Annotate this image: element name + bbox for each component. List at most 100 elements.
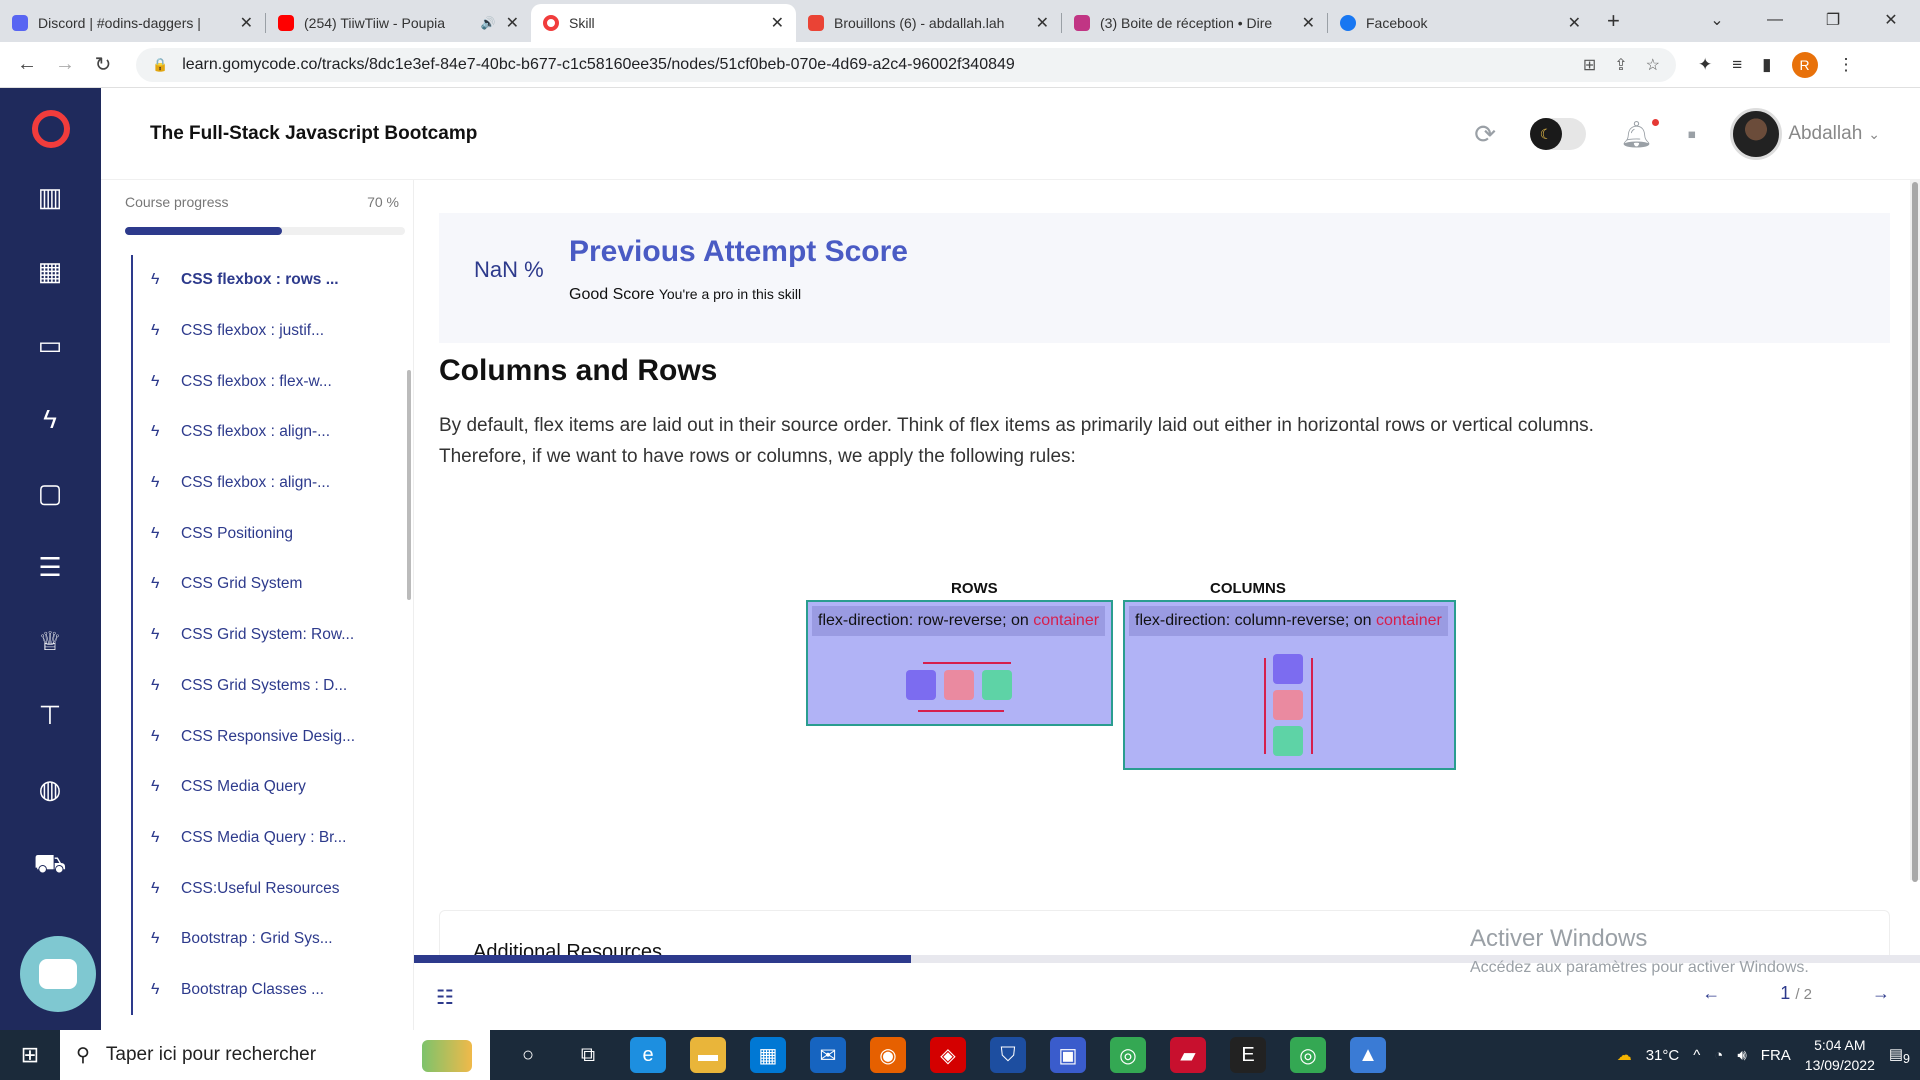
tab-search-icon[interactable]: ⌄: [1688, 10, 1746, 30]
lesson-item[interactable]: ϟ CSS:Useful Resources: [133, 863, 414, 914]
lesson-label[interactable]: CSS flexbox : align-...: [181, 423, 330, 441]
tab-instagram[interactable]: (3) Boite de réception • Dire ✕: [1062, 4, 1327, 42]
task-view-icon[interactable]: ⧉: [570, 1037, 606, 1073]
lesson-item[interactable]: ϟ CSS Responsive Desig...: [133, 711, 414, 762]
cortana-icon[interactable]: ○: [510, 1037, 546, 1073]
lesson-label[interactable]: CSS Grid System: Row...: [181, 626, 354, 644]
next-arrow-icon[interactable]: →: [1872, 983, 1890, 1004]
reload-icon[interactable]: ↻: [84, 52, 122, 77]
close-icon[interactable]: ✕: [1302, 13, 1315, 33]
lesson-item[interactable]: ϟ CSS Media Query: [133, 762, 414, 813]
close-icon[interactable]: ✕: [1568, 13, 1581, 33]
url-text[interactable]: learn.gomycode.co/tracks/8dc1e3ef-84e7-4…: [182, 56, 1583, 74]
globe-icon[interactable]: ◍: [33, 772, 67, 806]
chrome-icon[interactable]: ◎: [1110, 1037, 1146, 1073]
gomycode-logo[interactable]: [32, 110, 70, 148]
lesson-label[interactable]: CSS Responsive Desig...: [181, 728, 355, 746]
lesson-label[interactable]: CSS flexbox : align-...: [181, 474, 330, 492]
lesson-item[interactable]: ϟ CSS flexbox : align-...: [133, 407, 414, 458]
chat-icon[interactable]: ▪: [1687, 119, 1696, 150]
notifications-bell-icon[interactable]: 🔔︎: [1620, 118, 1660, 150]
page-scrollbar[interactable]: [1910, 180, 1920, 882]
dark-mode-toggle[interactable]: ☾: [1530, 118, 1587, 150]
user-avatar[interactable]: [1730, 108, 1783, 160]
epic-games-icon[interactable]: E: [1230, 1037, 1266, 1073]
lesson-label[interactable]: CSS Media Query: [181, 778, 306, 796]
lesson-label[interactable]: CSS Positioning: [181, 525, 293, 543]
lesson-item[interactable]: ϟ CSS flexbox : flex-w...: [133, 356, 414, 407]
side-panel-icon[interactable]: ▮: [1762, 55, 1771, 75]
store-icon[interactable]: ▦: [750, 1037, 786, 1073]
file-explorer-icon[interactable]: ▬: [690, 1037, 726, 1073]
network-icon[interactable]: ◔: [1714, 1047, 1723, 1064]
close-icon[interactable]: ✕: [1036, 13, 1049, 33]
tab-gmail[interactable]: Brouillons (6) - abdallah.lah ✕: [796, 4, 1061, 42]
lesson-item[interactable]: ϟ CSS flexbox : justif...: [133, 306, 414, 357]
laptop-icon[interactable]: ▭: [33, 328, 67, 362]
firefox-icon[interactable]: ◉: [870, 1037, 906, 1073]
lesson-item[interactable]: ϟ CSS Grid Systems : D...: [133, 661, 414, 712]
volume-icon[interactable]: 🔊︎: [1737, 1047, 1746, 1064]
support-chat-button[interactable]: [20, 936, 96, 1012]
hierarchy-icon[interactable]: ⊤: [33, 698, 67, 732]
sidebar-scrollbar[interactable]: [407, 370, 411, 600]
calendar-icon[interactable]: ▦: [33, 254, 67, 288]
mail-icon[interactable]: ✉: [810, 1037, 846, 1073]
menu-icon[interactable]: ⋮: [1838, 55, 1855, 75]
tab-facebook[interactable]: Facebook ✕: [1328, 4, 1593, 42]
tab-youtube[interactable]: (254) TiiwTiiw - Poupia 🔊 ✕: [266, 4, 531, 42]
media-control-icon[interactable]: ≡: [1732, 55, 1742, 75]
lesson-item[interactable]: ϟ Bootstrap : Grid Sys...: [133, 914, 414, 965]
extensions-icon[interactable]: ✦: [1698, 55, 1712, 75]
back-icon[interactable]: ←: [8, 53, 46, 76]
lesson-item[interactable]: ϟ CSS Media Query : Br...: [133, 813, 414, 864]
chevron-up-icon[interactable]: ^: [1693, 1047, 1700, 1064]
tab-discord[interactable]: Discord | #odins-daggers | ✕: [0, 4, 265, 42]
lesson-label[interactable]: CSS flexbox : rows ...: [181, 271, 339, 289]
forward-icon[interactable]: →: [46, 53, 84, 76]
user-menu[interactable]: Abdallah ⌄: [1730, 108, 1880, 160]
lesson-label[interactable]: CSS flexbox : flex-w...: [181, 373, 332, 391]
windows-start-icon[interactable]: ⊞: [0, 1042, 60, 1068]
minimize-button[interactable]: —: [1746, 11, 1804, 29]
trophy-icon[interactable]: ♕: [33, 624, 67, 658]
prev-arrow-icon[interactable]: ←: [1702, 983, 1720, 1004]
list-icon[interactable]: ☷: [436, 985, 454, 1010]
lesson-item[interactable]: ϟ CSS flexbox : rows ...: [133, 255, 414, 306]
close-icon[interactable]: ✕: [771, 13, 784, 33]
speaker-icon[interactable]: 🔊: [481, 16, 496, 30]
language-indicator[interactable]: FRA: [1761, 1047, 1791, 1064]
chevron-down-icon[interactable]: ⌄: [1868, 126, 1880, 143]
lesson-label[interactable]: Bootstrap Classes ...: [181, 981, 324, 999]
clock[interactable]: 5:04 AM 13/09/2022: [1805, 1035, 1875, 1075]
new-tab-button[interactable]: +: [1593, 8, 1634, 42]
taskbar-search[interactable]: ⚲ Taper ici pour rechercher: [60, 1030, 490, 1080]
lesson-item[interactable]: ϟ CSS Grid System: Row...: [133, 610, 414, 661]
page-scrollbar-thumb[interactable]: [1912, 182, 1918, 882]
red-app-icon[interactable]: ▰: [1170, 1037, 1206, 1073]
weather-temp[interactable]: 31°C: [1646, 1047, 1680, 1064]
refresh-icon[interactable]: ⟳: [1474, 119, 1496, 150]
translate-icon[interactable]: ⊞: [1583, 55, 1596, 75]
lock-icon[interactable]: 🔒: [152, 57, 168, 73]
teams-icon[interactable]: ▣: [1050, 1037, 1086, 1073]
lesson-label[interactable]: CSS Grid Systems : D...: [181, 677, 347, 695]
lesson-item[interactable]: ϟ CSS Grid System: [133, 559, 414, 610]
close-icon[interactable]: ✕: [506, 13, 519, 33]
lesson-label[interactable]: CSS:Useful Resources: [181, 880, 340, 898]
bookmark-star-icon[interactable]: ☆: [1646, 55, 1660, 75]
game-app-icon[interactable]: ◈: [930, 1037, 966, 1073]
share-icon[interactable]: ⇪: [1614, 55, 1627, 75]
address-bar[interactable]: 🔒 learn.gomycode.co/tracks/8dc1e3ef-84e7…: [136, 47, 1676, 82]
user-name[interactable]: Abdallah: [1788, 123, 1862, 145]
security-icon[interactable]: ⛉: [990, 1037, 1026, 1073]
document-icon[interactable]: ☰: [33, 550, 67, 584]
lesson-item[interactable]: ϟ CSS Positioning: [133, 508, 414, 559]
lesson-label[interactable]: Bootstrap : Grid Sys...: [181, 930, 333, 948]
lesson-label[interactable]: CSS flexbox : justif...: [181, 322, 324, 340]
photos-icon[interactable]: ▲: [1350, 1037, 1386, 1073]
lesson-item[interactable]: ϟ Bootstrap Classes ...: [133, 965, 414, 1016]
profile-avatar[interactable]: R: [1791, 51, 1818, 78]
lesson-item[interactable]: ϟ CSS flexbox : align-...: [133, 458, 414, 509]
close-icon[interactable]: ✕: [240, 13, 253, 33]
